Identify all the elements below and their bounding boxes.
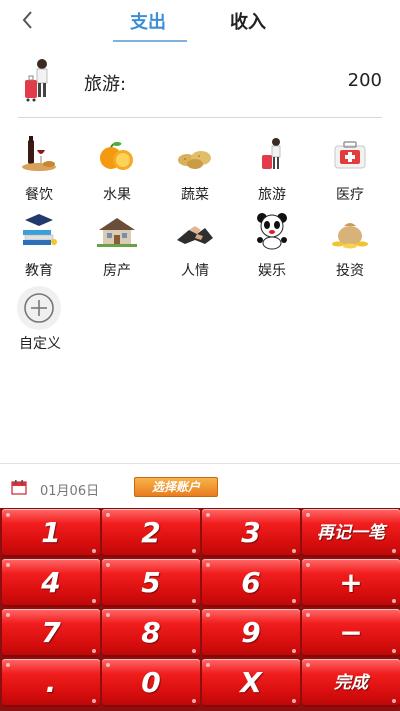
category-label: 投资: [336, 263, 364, 279]
key-decimal[interactable]: .: [2, 659, 100, 707]
category-education[interactable]: 教育: [4, 208, 74, 280]
done-button[interactable]: 完成: [302, 659, 400, 707]
back-arrow-icon[interactable]: [16, 6, 40, 34]
category-label: 旅游: [258, 187, 286, 203]
orange-fruit-icon: [100, 142, 133, 170]
custom-category-label: 自定义: [19, 336, 61, 352]
date-account-row: 01月06日 选择账户: [0, 468, 400, 506]
traveler-suitcase-icon: [262, 138, 281, 169]
divider: [18, 117, 382, 118]
key-7[interactable]: 7: [2, 609, 100, 657]
selected-category-label: 旅游:: [84, 74, 127, 95]
category-travel[interactable]: 旅游: [237, 132, 307, 204]
active-tab-indicator: [113, 40, 187, 42]
add-custom-category-button[interactable]: [17, 286, 61, 330]
traveler-suitcase-icon: [25, 59, 48, 102]
category-entertainment[interactable]: 娱乐: [237, 208, 307, 280]
medical-kit-icon: [334, 141, 366, 169]
category-label: 人情: [181, 263, 209, 279]
category-label: 教育: [25, 263, 53, 279]
date-picker[interactable]: 01月06日: [40, 480, 99, 499]
key-plus[interactable]: +: [302, 559, 400, 607]
key-minus[interactable]: −: [302, 609, 400, 657]
record-another-button[interactable]: 再记一笔: [302, 509, 400, 557]
category-medical[interactable]: 医疗: [315, 132, 385, 204]
panda-icon: [257, 213, 287, 250]
category-label: 餐饮: [25, 187, 53, 203]
key-5[interactable]: 5: [102, 559, 200, 607]
numeric-keypad: 1 2 3 再记一笔 4 5 6 + 7 8 9 − . 0 X 完成: [0, 508, 400, 711]
tab-income[interactable]: 收入: [230, 8, 266, 34]
key-clear[interactable]: X: [202, 659, 300, 707]
select-account-button[interactable]: 选择账户: [134, 477, 218, 497]
category-fruit[interactable]: 水果: [82, 132, 152, 204]
key-6[interactable]: 6: [202, 559, 300, 607]
category-label: 娱乐: [258, 263, 286, 279]
amount-display: 200: [347, 70, 382, 91]
category-label: 蔬菜: [181, 187, 209, 203]
tab-expense[interactable]: 支出: [130, 8, 166, 34]
category-dining[interactable]: 餐饮: [4, 132, 74, 204]
category-vegetables[interactable]: 蔬菜: [160, 132, 230, 204]
key-9[interactable]: 9: [202, 609, 300, 657]
key-0[interactable]: 0: [102, 659, 200, 707]
category-label: 水果: [103, 187, 131, 203]
handshake-icon: [177, 226, 213, 244]
category-property[interactable]: 房产: [82, 208, 152, 280]
potato-vegetable-icon: [178, 151, 211, 169]
key-1[interactable]: 1: [2, 509, 100, 557]
key-4[interactable]: 4: [2, 559, 100, 607]
key-3[interactable]: 3: [202, 509, 300, 557]
wine-dining-icon: [22, 136, 56, 171]
calendar-icon[interactable]: [11, 479, 27, 495]
money-bag-icon: [332, 223, 368, 249]
books-graduation-cap-icon: [23, 214, 57, 245]
category-label: 房产: [103, 263, 131, 279]
house-icon: [97, 218, 137, 247]
category-investment[interactable]: 投资: [315, 208, 385, 280]
key-2[interactable]: 2: [102, 509, 200, 557]
category-social[interactable]: 人情: [160, 208, 230, 280]
top-bar: 支出 收入: [0, 0, 400, 46]
selected-category-row: 旅游: 200: [0, 52, 400, 110]
add-circle-icon: [24, 293, 54, 323]
key-8[interactable]: 8: [102, 609, 200, 657]
category-label: 医疗: [336, 187, 364, 203]
divider: [0, 463, 400, 464]
